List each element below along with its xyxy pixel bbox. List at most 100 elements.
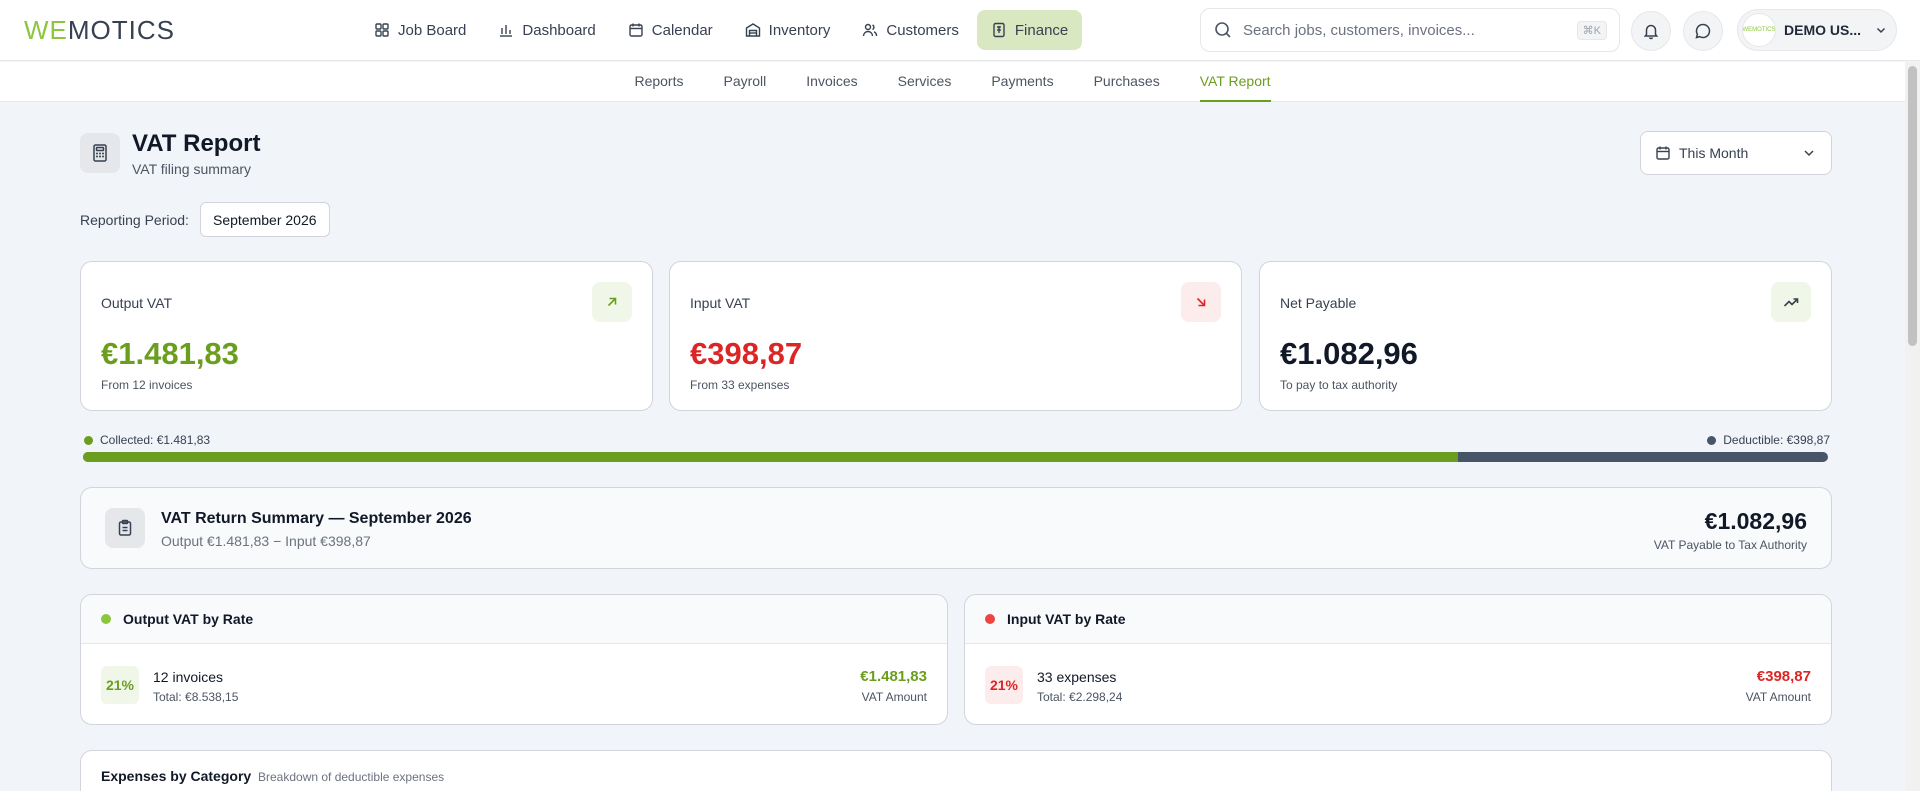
chevron-down-icon <box>1804 150 1814 157</box>
summary-title: VAT Return Summary — September 2026 <box>161 510 472 527</box>
notifications-button[interactable] <box>1631 11 1671 51</box>
summary-note: VAT Payable to Tax Authority <box>1653 538 1807 552</box>
arrow-down-right-icon <box>1196 297 1206 307</box>
nav-label: Calendar <box>651 21 713 39</box>
logo-rest: MOTICS <box>67 14 175 45</box>
clipboard-icon-tile <box>105 508 145 548</box>
page-subtitle: VAT filing summary <box>132 161 252 177</box>
input-vat-by-rate-panel: Input VAT by Rate 21% 33 expenses Total:… <box>964 594 1832 725</box>
status-dot <box>101 614 111 624</box>
deductible-label: Deductible: €398,87 <box>1723 433 1830 447</box>
nav-label: Finance <box>1014 21 1069 39</box>
card-value: €1.481,83 <box>101 336 239 371</box>
search-icon <box>1215 22 1231 38</box>
user-menu[interactable]: WEMOTICS DEMO US... <box>1737 9 1897 51</box>
row-note: VAT Amount <box>1745 690 1811 704</box>
row-count: 12 invoices <box>153 669 224 685</box>
card-title: Net Payable <box>1280 295 1357 311</box>
tab-purchases[interactable]: Purchases <box>1094 62 1160 102</box>
scrollbar-thumb[interactable] <box>1908 66 1917 346</box>
output-vat-card: Output VAT €1.481,83 From 12 invoices <box>80 261 653 411</box>
calculator-icon <box>93 144 107 162</box>
collected-dot <box>84 435 93 445</box>
input-vat-card: Input VAT €398,87 From 33 expenses <box>669 261 1242 411</box>
panel-header: Input VAT by Rate <box>965 595 1831 644</box>
card-subtext: From 12 invoices <box>101 378 193 392</box>
nav-item-dashboard[interactable]: Dashboard <box>484 10 609 50</box>
nav-label: Customers <box>886 21 959 39</box>
deductible-dot <box>1707 435 1717 445</box>
calculator-icon-tile <box>80 133 120 173</box>
status-dot <box>985 614 995 624</box>
receipt-icon <box>993 22 1005 38</box>
user-name: DEMO US... <box>1784 22 1862 38</box>
nav-item-calendar[interactable]: Calendar <box>614 10 727 50</box>
search-box[interactable]: ⌘K <box>1200 8 1620 52</box>
tab-vat-report[interactable]: VAT Report <box>1199 62 1271 102</box>
chevron-down-icon <box>1876 27 1886 34</box>
nav-item-customers[interactable]: Customers <box>848 10 973 50</box>
card-icon-tile <box>1771 282 1811 322</box>
avatar: WEMOTICS <box>1742 13 1776 47</box>
collected-label: Collected: €1.481,83 <box>100 433 211 447</box>
tab-services[interactable]: Services <box>898 62 952 102</box>
nav-label: Inventory <box>768 21 831 39</box>
rate-badge: 21% <box>101 666 139 704</box>
collected-legend: Collected: €1.481,83 <box>84 433 210 447</box>
panel-header: Output VAT by Rate <box>81 595 947 644</box>
panel-subtitle: Breakdown of deductible expenses <box>258 770 445 784</box>
reporting-period-label: Reporting Period: <box>80 212 189 228</box>
clipboard-icon <box>118 519 132 536</box>
nav-label: Job Board <box>398 21 467 39</box>
tab-payroll[interactable]: Payroll <box>723 62 766 102</box>
warehouse-icon <box>745 23 760 37</box>
trending-up-icon <box>1783 298 1799 307</box>
vat-ratio-bar <box>83 452 1828 462</box>
card-title: Input VAT <box>690 295 751 311</box>
row-total: Total: €8.538,15 <box>153 690 239 704</box>
calendar-icon <box>1656 146 1670 160</box>
panel-title: Expenses by Category <box>101 768 252 784</box>
panel-title: Output VAT by Rate <box>123 611 254 627</box>
row-amount: €1.481,83 <box>860 668 927 685</box>
bell-icon <box>1643 24 1659 40</box>
summary-formula: Output €1.481,83 − Input €398,87 <box>161 533 371 549</box>
deductible-legend: Deductible: €398,87 <box>1707 433 1830 447</box>
card-title: Output VAT <box>101 295 173 311</box>
reporting-period-value[interactable]: September 2026 <box>200 202 330 237</box>
nav-item-job-board[interactable]: Job Board <box>360 10 480 50</box>
page-title: VAT Report <box>132 130 261 157</box>
logo[interactable]: WE MOTICS <box>24 15 175 45</box>
net-payable-card: Net Payable €1.082,96 To pay to tax auth… <box>1259 261 1832 411</box>
nav-item-inventory[interactable]: Inventory <box>731 10 845 50</box>
summary-amount: €1.082,96 <box>1704 508 1807 534</box>
vat-return-summary: VAT Return Summary — September 2026 Outp… <box>80 487 1832 569</box>
card-icon-tile <box>592 282 632 322</box>
card-value: €398,87 <box>690 336 803 371</box>
card-value: €1.082,96 <box>1280 336 1418 371</box>
row-count: 33 expenses <box>1037 669 1117 685</box>
nav-label: Dashboard <box>522 21 596 39</box>
period-dropdown-value: This Month <box>1679 145 1749 161</box>
messages-button[interactable] <box>1683 11 1723 51</box>
period-dropdown[interactable]: This Month <box>1640 131 1832 175</box>
tab-payments[interactable]: Payments <box>991 62 1053 102</box>
logo-we: WE <box>24 14 68 45</box>
tab-invoices[interactable]: Invoices <box>806 62 857 102</box>
rate-row: 21% 33 expenses Total: €2.298,24 €398,87… <box>965 644 1831 724</box>
finance-subnav: Reports Payroll Invoices Services Paymen… <box>0 62 1905 102</box>
card-icon-tile <box>1181 282 1221 322</box>
row-total: Total: €2.298,24 <box>1037 690 1123 704</box>
page-scrollbar[interactable] <box>1905 62 1920 791</box>
panel-title: Input VAT by Rate <box>1007 611 1126 627</box>
bar-chart-icon <box>500 25 513 37</box>
users-icon <box>863 23 878 37</box>
search-input[interactable] <box>1243 21 1577 39</box>
row-note: VAT Amount <box>861 690 927 704</box>
collected-fill <box>83 452 1459 462</box>
card-subtext: From 33 expenses <box>690 378 790 392</box>
card-subtext: To pay to tax authority <box>1280 378 1398 392</box>
calendar-icon <box>629 23 643 37</box>
tab-reports[interactable]: Reports <box>634 62 683 102</box>
nav-item-finance[interactable]: Finance <box>976 10 1083 50</box>
